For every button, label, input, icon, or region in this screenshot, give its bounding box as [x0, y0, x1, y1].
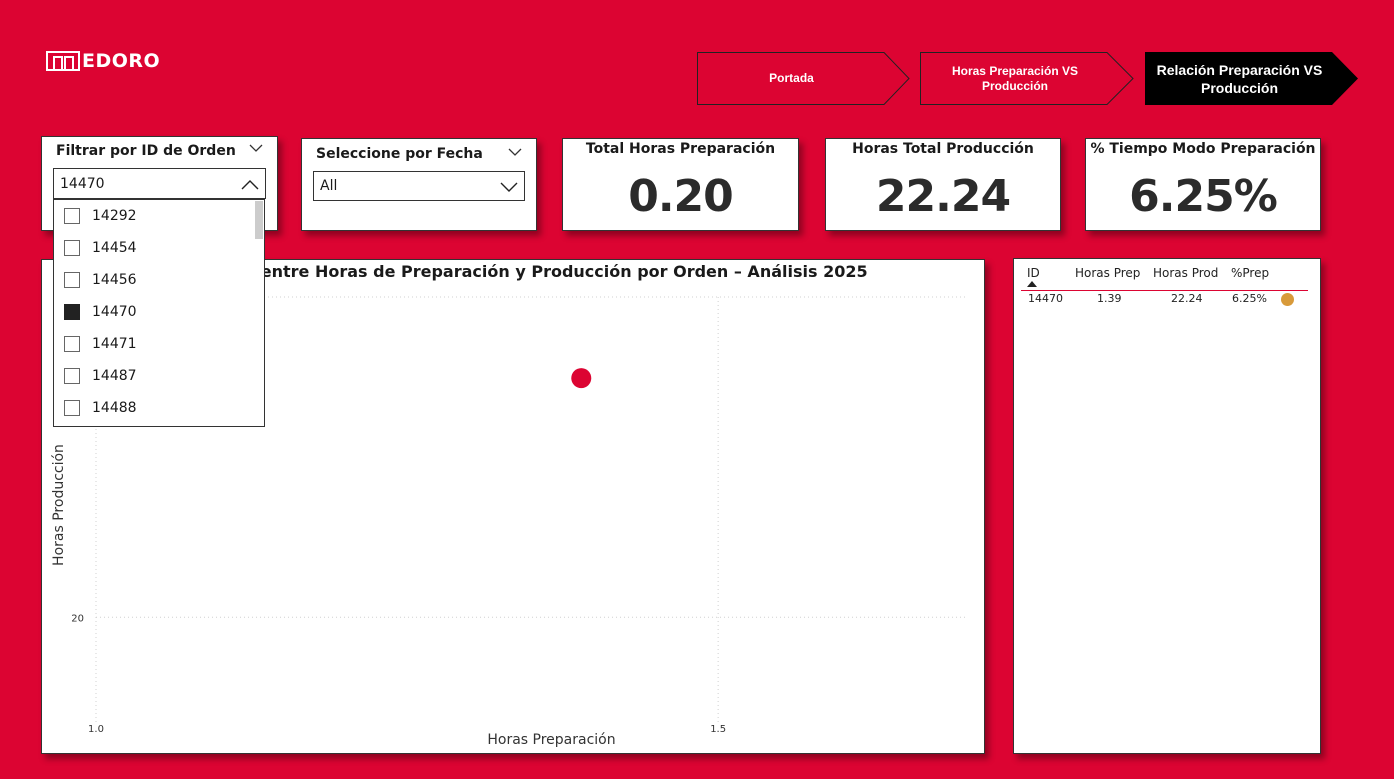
slicer-title: Seleccione por Fecha — [316, 146, 483, 162]
x-tick-label: 1.0 — [88, 724, 104, 735]
checkbox[interactable] — [64, 336, 80, 352]
cell-pct-prep: 6.25% — [1232, 292, 1267, 305]
checkbox[interactable] — [64, 272, 80, 288]
kpi-value: 0.20 — [628, 171, 734, 222]
chevron-down-icon[interactable] — [500, 182, 518, 193]
cell-horas-prod: 22.24 — [1171, 292, 1203, 305]
chevron-down-icon[interactable] — [508, 147, 522, 157]
x-tick-label: 1.5 — [710, 724, 726, 735]
option-14454[interactable]: 14454 — [64, 238, 137, 258]
brand-logo: EDORO — [46, 50, 160, 72]
sort-ascending-icon[interactable] — [1027, 281, 1037, 287]
chevron-up-icon[interactable] — [241, 179, 259, 190]
header-horas-prod[interactable]: Horas Prod — [1153, 266, 1218, 280]
dropdown-value: All — [320, 178, 338, 194]
kpi-horas-total-produccion: Horas Total Producción 22.24 — [825, 138, 1061, 231]
checkbox[interactable] — [64, 240, 80, 256]
header-pct-prep[interactable]: %Prep — [1231, 266, 1269, 280]
nav-label: Horas Preparación VS Producción — [951, 63, 1079, 93]
checkbox-checked[interactable] — [64, 304, 80, 320]
chevron-down-icon[interactable] — [249, 143, 263, 153]
kpi-title: Horas Total Producción — [852, 141, 1034, 157]
option-label: 14292 — [92, 208, 137, 224]
slicer-title: Filtrar por ID de Orden — [56, 143, 236, 159]
option-label: 14471 — [92, 336, 137, 352]
option-label: 14456 — [92, 272, 137, 288]
option-label: 14454 — [92, 240, 137, 256]
option-label: 14488 — [92, 400, 137, 416]
option-14470[interactable]: 14470 — [64, 302, 137, 322]
nav-label: Relación Preparación VS Producción — [1156, 61, 1323, 96]
option-14456[interactable]: 14456 — [64, 270, 137, 290]
detail-table[interactable]: ID Horas Prep Horas Prod %Prep 14470 1.3… — [1013, 258, 1321, 754]
option-14487[interactable]: 14487 — [64, 366, 137, 386]
cell-horas-prep: 1.39 — [1097, 292, 1122, 305]
option-label: 14487 — [92, 368, 137, 384]
date-slicer[interactable]: Seleccione por Fecha All — [301, 138, 537, 231]
kpi-tiempo-modo-preparacion: % Tiempo Modo Preparación 6.25% — [1085, 138, 1321, 231]
logo-text: EDORO — [82, 50, 161, 72]
header-divider — [1021, 290, 1308, 291]
header-horas-prep[interactable]: Horas Prep — [1075, 266, 1140, 280]
data-point[interactable] — [571, 368, 592, 389]
kpi-title: % Tiempo Modo Preparación — [1090, 141, 1316, 157]
order-id-dropdown[interactable]: 14470 — [53, 168, 266, 199]
y-axis-label: Horas Producción — [51, 444, 67, 566]
header-id[interactable]: ID — [1027, 266, 1040, 280]
status-indicator-icon — [1281, 293, 1294, 306]
order-id-options-list[interactable]: 14292 14454 14456 14470 14471 14487 1448… — [53, 199, 265, 427]
option-14292[interactable]: 14292 — [64, 206, 137, 226]
nav-horas-preparacion[interactable]: Horas Preparación VS Producción — [920, 52, 1134, 105]
option-14471[interactable]: 14471 — [64, 334, 137, 354]
x-axis-label: Horas Preparación — [487, 732, 615, 748]
nav-relacion-preparacion[interactable]: Relación Preparación VS Producción — [1145, 52, 1358, 105]
kpi-value: 6.25% — [1129, 171, 1278, 222]
checkbox[interactable] — [64, 368, 80, 384]
scrollbar[interactable] — [255, 201, 263, 239]
cell-id: 14470 — [1028, 292, 1063, 305]
kpi-total-horas-preparacion: Total Horas Preparación 0.20 — [562, 138, 799, 231]
logo-mark-icon — [46, 51, 80, 71]
checkbox[interactable] — [64, 400, 80, 416]
option-label: 14470 — [92, 304, 137, 320]
date-dropdown[interactable]: All — [313, 171, 525, 201]
nav-label: Portada — [769, 71, 814, 85]
kpi-value: 22.24 — [875, 171, 1011, 222]
checkbox[interactable] — [64, 208, 80, 224]
option-14488[interactable]: 14488 — [64, 398, 137, 418]
kpi-title: Total Horas Preparación — [585, 141, 776, 157]
nav-portada[interactable]: Portada — [697, 52, 910, 105]
y-tick-label: 20 — [71, 613, 84, 624]
dropdown-value: 14470 — [60, 175, 105, 192]
